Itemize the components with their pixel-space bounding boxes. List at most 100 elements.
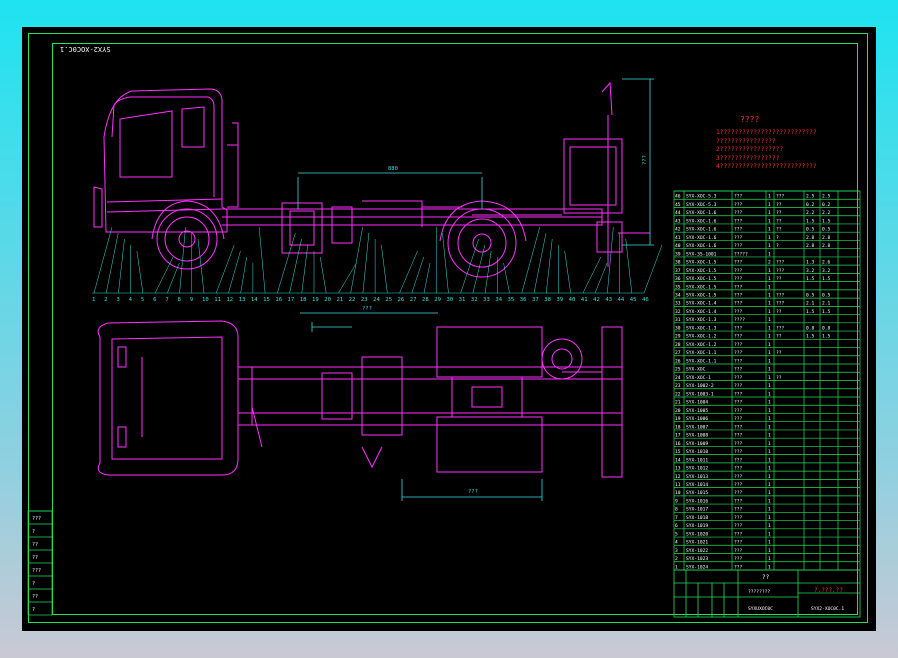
bom-cell: 40 bbox=[675, 243, 681, 249]
bom-cell: SYX-1012 bbox=[686, 466, 708, 472]
bom-cell: ??? bbox=[734, 466, 743, 472]
bom-cell: ??? bbox=[734, 498, 743, 504]
bom-cell: ?? bbox=[776, 309, 782, 315]
bom-cell: 36 bbox=[675, 276, 681, 282]
bom-cell: ??? bbox=[734, 268, 743, 274]
bom-cell: SYX-1024 bbox=[686, 564, 708, 570]
bom-cell: ????? bbox=[734, 251, 748, 257]
balloon-leader bbox=[93, 226, 113, 294]
bom-cell: 13 bbox=[675, 466, 681, 472]
balloon-number: 46 bbox=[642, 297, 649, 303]
bom-cell: ?? bbox=[776, 375, 782, 381]
bom-cell: 1 bbox=[768, 548, 771, 554]
bom-cell: 1 bbox=[768, 515, 771, 521]
balloon-leader bbox=[154, 256, 174, 294]
bom-cell: SYX-XOC-1.6 bbox=[686, 243, 717, 249]
bom-cell: SYX-1013 bbox=[686, 474, 708, 480]
drawing-canvas[interactable]: SYX2-XOC0C.1 ???? 1?????????????????????… bbox=[22, 27, 876, 631]
bom-cell: ??? bbox=[734, 474, 743, 480]
bom-cell: SYX-1015 bbox=[686, 490, 708, 496]
bom-cell: SYX-XOC-5.3 bbox=[686, 202, 717, 208]
bom-cell: SYX-1008 bbox=[686, 433, 708, 439]
bom-cell: 0.5 bbox=[822, 227, 831, 233]
bom-cell: 2.8 bbox=[822, 243, 831, 249]
balloon-leader bbox=[338, 262, 357, 294]
balloon-number: 38 bbox=[544, 297, 551, 303]
bom-cell: ??? bbox=[734, 293, 743, 299]
bom-cell: 1 bbox=[768, 400, 771, 406]
bom-cell: 1 bbox=[768, 457, 771, 463]
bom-cell: 26 bbox=[675, 358, 681, 364]
balloon-number: 14 bbox=[251, 297, 258, 303]
bom-cell: 0.2 bbox=[806, 202, 815, 208]
title-company: ?.???.?? bbox=[814, 587, 843, 594]
bom-cell: SYX-1022 bbox=[686, 548, 708, 554]
bom-cell: SYX-1007 bbox=[686, 424, 708, 430]
left-block-cell: ? bbox=[32, 581, 35, 587]
bom-cell: ??? bbox=[734, 243, 743, 249]
bom-cell: 2.1 bbox=[822, 301, 831, 307]
balloon-number: 25 bbox=[385, 297, 392, 303]
bom-cell: 1 bbox=[768, 235, 771, 241]
balloon-number: 17 bbox=[288, 297, 295, 303]
bom-cell: 1 bbox=[768, 507, 771, 513]
bom-cell: SYX-XOC-5.3 bbox=[686, 194, 717, 200]
bom-cell: 2.6 bbox=[822, 260, 831, 266]
bom-cell: 32 bbox=[675, 309, 681, 315]
bom-cell: 44 bbox=[675, 210, 681, 216]
bom-cell: 43 bbox=[675, 218, 681, 224]
bom-cell: SYX-XOC-1.3 bbox=[686, 317, 717, 323]
bom-cell: ??? bbox=[734, 375, 743, 381]
balloon-leader bbox=[643, 244, 663, 294]
title-name: ?? bbox=[762, 574, 770, 581]
bom-cell: 15 bbox=[675, 449, 681, 455]
balloon-leader bbox=[362, 232, 370, 294]
bom-cell: ??? bbox=[734, 358, 743, 364]
bom-cell: ??? bbox=[734, 218, 743, 224]
bom-cell: 2.8 bbox=[806, 235, 815, 241]
bom-cell: 1 bbox=[768, 540, 771, 546]
cad-drawing[interactable]: 1 2 3 4 5 6 7 8 9 10 11 12 13 14 15 16 17 18 19 20 21 22 23 24 2… bbox=[22, 27, 876, 631]
balloon-number: 6 bbox=[153, 297, 156, 303]
bom-cell: SYX-1018 bbox=[686, 515, 708, 521]
bom-cell: ??? bbox=[734, 523, 743, 529]
bom-cell: 1 bbox=[768, 342, 771, 348]
bom-cell: 1 bbox=[768, 383, 771, 389]
bom-cell: 42 bbox=[675, 227, 681, 233]
bom-cell: 1 bbox=[768, 268, 771, 274]
bom-cell: SYX-1002-2 bbox=[686, 383, 714, 389]
bom-cell: 1.3 bbox=[806, 260, 815, 266]
bom-cell: 1.5 bbox=[822, 334, 831, 340]
bom-cell: ??? bbox=[734, 490, 743, 496]
bom-cell: SYX-1019 bbox=[686, 523, 708, 529]
bom-cell: 0.5 bbox=[806, 293, 815, 299]
bom-cell: SYX-1009 bbox=[686, 441, 708, 447]
bom-cell: ?? bbox=[776, 202, 782, 208]
balloon-leader bbox=[215, 244, 235, 294]
bom-cell: 2.8 bbox=[806, 243, 815, 249]
bom-cell: ??? bbox=[734, 449, 743, 455]
balloon-leader bbox=[545, 238, 553, 294]
balloon-number: 16 bbox=[275, 297, 282, 303]
balloon-leader bbox=[319, 256, 327, 294]
balloon-number: 2 bbox=[104, 297, 107, 303]
bom-cell: 1 bbox=[768, 375, 771, 381]
bom-cell: SYX-XOC-1.1 bbox=[686, 358, 717, 364]
bom-cell: 10 bbox=[675, 490, 681, 496]
balloon-leader bbox=[136, 250, 144, 294]
bom-cell: ??? bbox=[734, 301, 743, 307]
balloon-leader bbox=[423, 262, 431, 294]
bom-cell: SYX-1021 bbox=[686, 540, 708, 546]
bom-cell: ??? bbox=[734, 408, 743, 414]
bom-cell: 1 bbox=[768, 498, 771, 504]
bom-cell: SYX-XOC-1.6 bbox=[686, 235, 717, 241]
bom-cell: 37 bbox=[675, 268, 681, 274]
bom-cell: SYX-1010 bbox=[686, 449, 708, 455]
balloon-leader bbox=[564, 250, 571, 294]
bom-cell: 1 bbox=[768, 556, 771, 562]
balloon-number: 33 bbox=[483, 297, 490, 303]
balloon-labels: 1 2 3 4 5 6 7 8 9 10 11 12 13 14 15 16 17 18 19 20 21 22 23 24 2… bbox=[92, 226, 663, 303]
bom-cell: ??? bbox=[776, 325, 785, 331]
bom-cell: ?? bbox=[776, 227, 782, 233]
bom-cell: ??? bbox=[734, 556, 743, 562]
